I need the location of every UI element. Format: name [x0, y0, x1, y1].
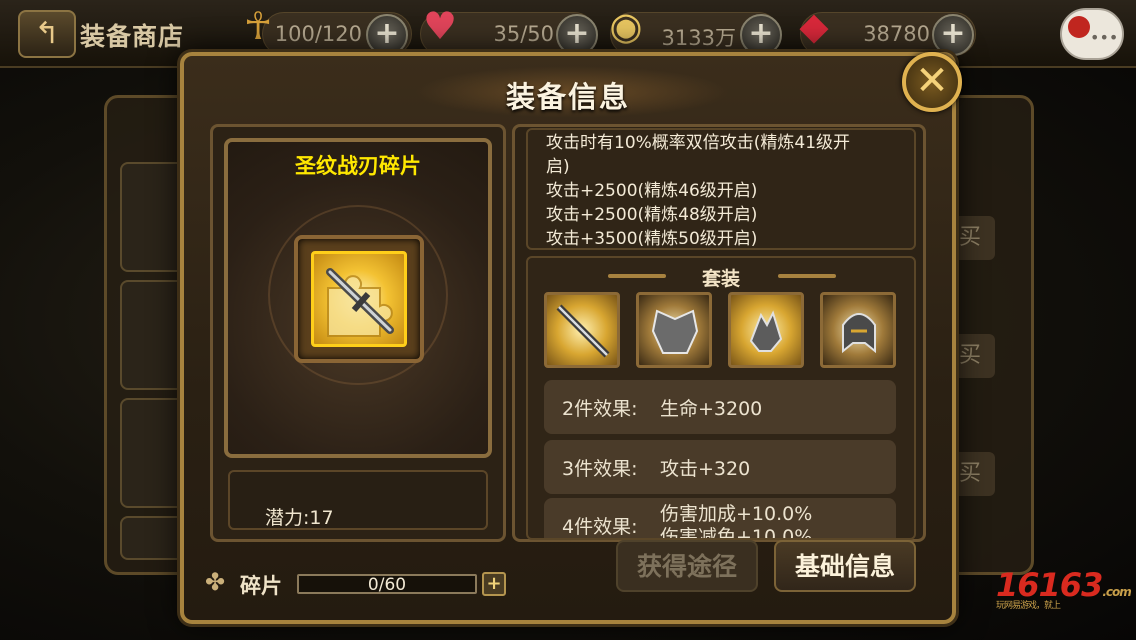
- dialog-title: 装备信息: [505, 80, 630, 114]
- attribute-line: 攻击+3500(精炼50级开启): [546, 229, 758, 249]
- attribute-line: 攻击+2500(精炼46级开启): [546, 181, 758, 201]
- item-name: 圣纹战刃碎片: [295, 154, 421, 178]
- helmet-icon[interactable]: [820, 292, 896, 368]
- set-effect-2: 2件效果: 生命+3200: [544, 380, 896, 434]
- potential: 潜力:17: [265, 503, 334, 530]
- add-gold-button[interactable]: +: [740, 14, 782, 56]
- add-gems-button[interactable]: +: [932, 14, 974, 56]
- armor-icon[interactable]: [636, 292, 712, 368]
- add-fragment-button[interactable]: +: [482, 572, 506, 596]
- fragment-progress-bar: 0/60: [297, 574, 477, 595]
- set-effect-4: 4件效果: 伤害加成+10.0% 伤害减免+10.0%: [544, 498, 896, 540]
- tab-obtain-methods[interactable]: 获得途径: [616, 540, 758, 592]
- effect-label: 2件效果:: [562, 398, 638, 420]
- back-button[interactable]: ↰: [18, 10, 76, 58]
- energy-value: 35/50: [493, 22, 554, 46]
- gems-value: 38780: [863, 22, 930, 46]
- add-stamina-button[interactable]: +: [366, 14, 408, 56]
- tab-basic-info[interactable]: 基础信息: [774, 540, 916, 592]
- effect-value: 生命+3200: [660, 398, 763, 420]
- add-energy-button[interactable]: +: [556, 14, 598, 56]
- fragment-count: 0/60: [367, 575, 407, 595]
- heart-icon: ♥: [422, 4, 458, 48]
- attribute-line: 启): [546, 157, 570, 177]
- effect-value: 伤害减免+10.0%: [660, 526, 813, 540]
- page-title: 装备商店: [80, 22, 185, 51]
- set-panel[interactable]: 套装 2件效果: 生命+3200 3件效果: 攻击+320 4件效果: 伤害加成…: [526, 256, 916, 540]
- potential-value: 17: [309, 507, 334, 529]
- ornament-right: [778, 274, 836, 278]
- sword-fragment-icon[interactable]: [311, 251, 407, 347]
- attribute-line: 攻击+2500(精炼48级开启): [546, 205, 758, 225]
- fragment-label: 碎片: [240, 574, 282, 598]
- effect-label: 3件效果:: [562, 458, 638, 480]
- puzzle-piece-icon: ✤: [205, 568, 226, 596]
- close-icon[interactable]: ✕: [902, 52, 962, 112]
- set-effect-3: 3件效果: 攻击+320: [544, 440, 896, 494]
- chat-bubble-icon[interactable]: •••: [1060, 8, 1124, 60]
- ruby-icon: ◆: [799, 4, 829, 48]
- potential-label: 潜力:: [265, 507, 310, 529]
- coin-icon: ◉: [609, 4, 643, 48]
- attribute-line: 攻击时有10%概率双倍攻击(精炼41级开: [546, 133, 851, 153]
- effect-value: 攻击+320: [660, 458, 751, 480]
- set-title: 套装: [701, 268, 740, 290]
- site-watermark: 16163.com 玩网易游戏，就上: [996, 566, 1132, 611]
- gold-value: 3133万: [661, 26, 736, 50]
- gauntlet-icon[interactable]: [728, 292, 804, 368]
- attribute-list[interactable]: 攻击时有10%概率双倍攻击(精炼41级开 启) 攻击+2500(精炼46级开启)…: [526, 128, 916, 250]
- back-arrow-icon: ↰: [34, 16, 60, 51]
- effect-label: 4件效果:: [562, 516, 638, 538]
- stamina-value: 100/120: [274, 22, 362, 46]
- sword-icon[interactable]: [544, 292, 620, 368]
- watermark-suffix: .com: [1102, 585, 1131, 599]
